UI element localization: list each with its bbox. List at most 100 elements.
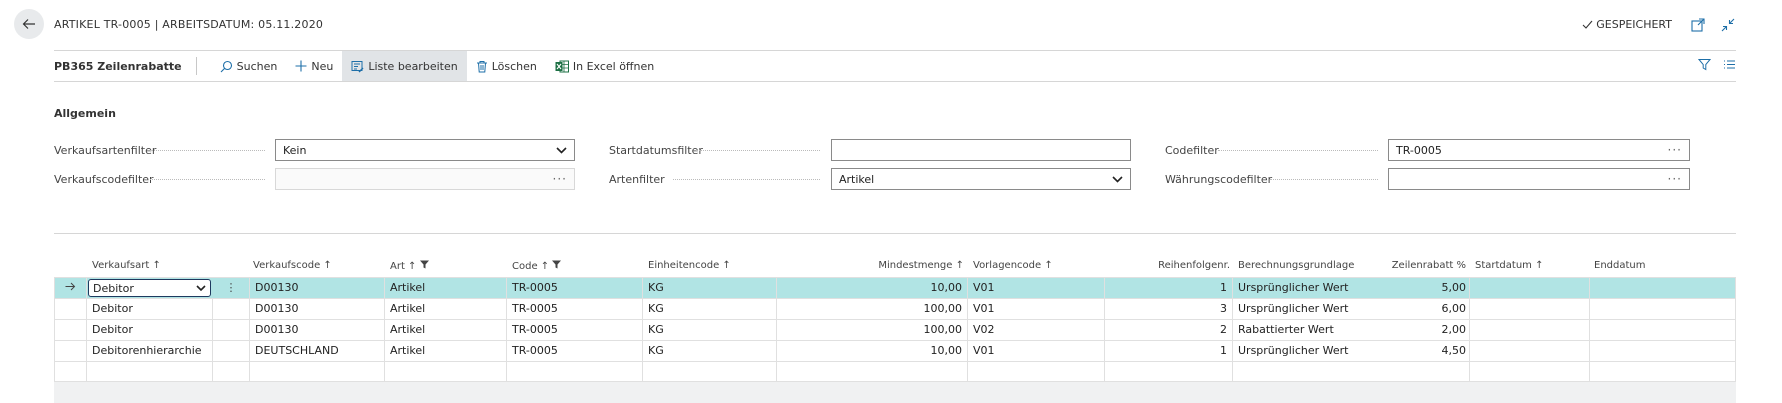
cell-unit[interactable] [643, 362, 777, 382]
row-indicator[interactable] [54, 299, 87, 319]
cell-calc-basis[interactable] [1233, 362, 1470, 382]
open-in-excel-button[interactable]: In Excel öffnen [546, 51, 663, 81]
col-header-min-qty[interactable]: Mindestmenge ↑ [844, 260, 964, 271]
cell-type[interactable] [385, 362, 507, 382]
cell-sales-code[interactable]: D00130 [250, 320, 385, 340]
cell-end-date[interactable] [1590, 341, 1736, 361]
col-header-sequence[interactable]: Reihenfolgenr. [1114, 260, 1230, 271]
col-header-calc-basis[interactable]: Berechnungsgrundlage [1238, 260, 1354, 271]
cell-start-date[interactable] [1470, 299, 1590, 319]
cell-sales-type[interactable] [87, 362, 213, 382]
cell-unit[interactable]: KG [643, 299, 777, 319]
list-view-icon[interactable] [1723, 58, 1736, 71]
cell-line-discount[interactable]: 4,50 [1354, 341, 1467, 361]
cell-end-date[interactable] [1590, 320, 1736, 340]
cell-line-discount[interactable]: 2,00 [1354, 320, 1467, 340]
cell-template-code[interactable]: V01 [968, 278, 1105, 298]
cell-sales-type[interactable]: Debitor [87, 320, 213, 340]
col-header-end-date[interactable]: Enddatum [1594, 260, 1645, 271]
col-header-line-discount[interactable]: Zeilenrabatt % [1354, 260, 1466, 271]
cell-end-date[interactable] [1590, 362, 1736, 382]
row-indicator[interactable] [54, 278, 87, 298]
cell-template-code[interactable] [968, 362, 1105, 382]
cell-unit[interactable]: KG [643, 320, 777, 340]
row-menu[interactable] [213, 299, 250, 319]
row-menu[interactable] [213, 341, 250, 361]
cell-sales-code[interactable] [250, 362, 385, 382]
cell-sales-code[interactable]: DEUTSCHLAND [250, 341, 385, 361]
sales-type-cell-select[interactable]: Debitor [88, 279, 211, 297]
row-indicator[interactable] [54, 362, 87, 382]
cell-start-date[interactable] [1470, 320, 1590, 340]
sales-code-filter-input[interactable]: ··· [275, 168, 575, 190]
cell-type[interactable]: Artikel [385, 341, 507, 361]
col-header-sales-code[interactable]: Verkaufscode ↑ [253, 260, 332, 271]
cell-line-discount[interactable]: 5,00 [1354, 278, 1467, 298]
col-header-sales-type[interactable]: Verkaufsart ↑ [92, 260, 161, 271]
cell-code[interactable]: TR-0005 [507, 341, 643, 361]
sales-type-filter-select[interactable]: Kein [275, 139, 575, 161]
search-button[interactable]: Suchen [211, 51, 287, 81]
row-indicator[interactable] [54, 320, 87, 340]
code-filter-input[interactable]: TR-0005 ··· [1388, 139, 1690, 161]
row-menu[interactable] [213, 320, 250, 340]
cell-template-code[interactable]: V01 [968, 299, 1105, 319]
col-header-start-date[interactable]: Startdatum ↑ [1475, 260, 1543, 271]
cell-sales-type[interactable]: Debitor [87, 299, 213, 319]
cell-template-code[interactable]: V02 [968, 320, 1105, 340]
collapse-icon[interactable] [1720, 17, 1736, 33]
group-title-general: Allgemein [54, 107, 116, 120]
cell-min-qty[interactable]: 100,00 [777, 320, 968, 340]
cell-sequence[interactable] [1105, 362, 1233, 382]
back-button[interactable] [14, 9, 44, 39]
cell-start-date[interactable] [1470, 362, 1590, 382]
type-filter-select[interactable]: Artikel [831, 168, 1131, 190]
table-row[interactable]: Debitor D00130 Artikel TR-0005 KG 100,00… [54, 298, 1736, 319]
col-header-type[interactable]: Art ↑ [390, 260, 429, 272]
cell-sales-type[interactable]: Debitorenhierarchie [87, 341, 213, 361]
cell-sales-code[interactable]: D00130 [250, 278, 385, 298]
cell-code[interactable]: TR-0005 [507, 320, 643, 340]
cell-min-qty[interactable]: 10,00 [777, 341, 968, 361]
cell-code[interactable]: TR-0005 [507, 299, 643, 319]
row-menu[interactable] [213, 362, 250, 382]
delete-button[interactable]: Löschen [467, 51, 546, 81]
cell-unit[interactable]: KG [643, 341, 777, 361]
col-header-unit[interactable]: Einheitencode ↑ [648, 260, 731, 271]
currency-code-filter-input[interactable]: ··· [1388, 168, 1690, 190]
cell-line-discount[interactable]: 6,00 [1354, 299, 1467, 319]
cell-sales-code[interactable]: D00130 [250, 299, 385, 319]
cell-unit[interactable]: KG [643, 278, 777, 298]
filter-icon[interactable] [1698, 58, 1711, 71]
cell-type[interactable]: Artikel [385, 320, 507, 340]
table-row-empty[interactable] [54, 361, 1736, 382]
open-new-window-icon[interactable] [1690, 17, 1706, 33]
cell-sequence[interactable]: 3 [1105, 299, 1233, 319]
start-date-filter-input[interactable] [831, 139, 1131, 161]
cell-start-date[interactable] [1470, 341, 1590, 361]
table-row[interactable]: Debitorenhierarchie DEUTSCHLAND Artikel … [54, 340, 1736, 361]
cell-end-date[interactable] [1590, 278, 1736, 298]
table-row[interactable]: Debitor D00130 Artikel TR-0005 KG 100,00… [54, 319, 1736, 340]
cell-sequence[interactable]: 2 [1105, 320, 1233, 340]
cell-end-date[interactable] [1590, 299, 1736, 319]
col-header-code[interactable]: Code ↑ [512, 260, 562, 272]
cell-sequence[interactable]: 1 [1105, 278, 1233, 298]
cell-template-code[interactable]: V01 [968, 341, 1105, 361]
new-button[interactable]: Neu [286, 51, 342, 81]
col-header-template-code[interactable]: Vorlagencode ↑ [973, 260, 1053, 271]
row-indicator[interactable] [54, 341, 87, 361]
table-row[interactable]: Debitor ⋮ D00130 Artikel TR-0005 KG 10,0… [54, 277, 1736, 298]
cell-code[interactable] [507, 362, 643, 382]
cell-code[interactable]: TR-0005 [507, 278, 643, 298]
cell-min-qty[interactable]: 100,00 [777, 299, 968, 319]
cell-start-date[interactable] [1470, 278, 1590, 298]
arrow-left-icon [22, 19, 35, 29]
cell-type[interactable]: Artikel [385, 278, 507, 298]
row-menu[interactable]: ⋮ [213, 278, 250, 298]
cell-min-qty[interactable] [777, 362, 968, 382]
cell-min-qty[interactable]: 10,00 [777, 278, 968, 298]
cell-type[interactable]: Artikel [385, 299, 507, 319]
cell-sequence[interactable]: 1 [1105, 341, 1233, 361]
edit-list-button[interactable]: Liste bearbeiten [342, 51, 467, 81]
